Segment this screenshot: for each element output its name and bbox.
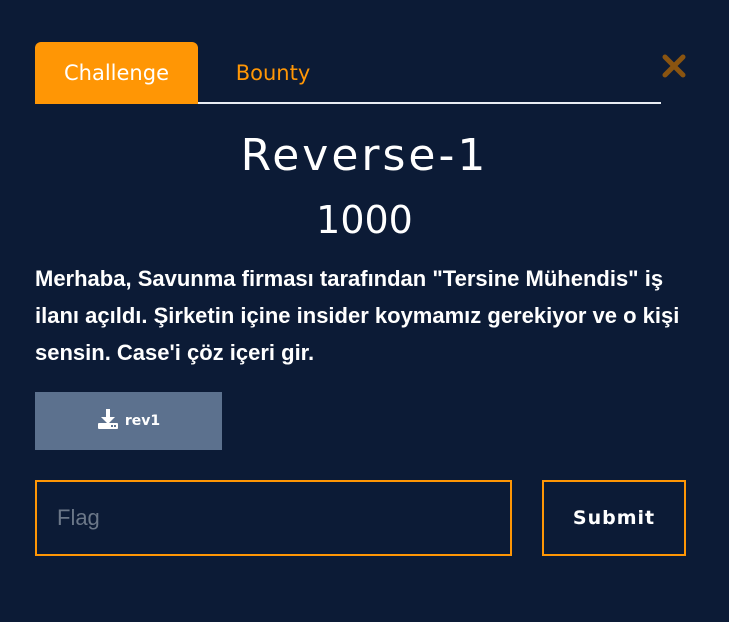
tab-bounty[interactable]: Bounty: [208, 42, 338, 104]
challenge-title: Reverse-1: [240, 130, 489, 181]
challenge-description: Merhaba, Savunma firması tarafından "Ter…: [35, 266, 680, 365]
download-icon: [97, 408, 119, 434]
download-file-label: rev1: [124, 413, 161, 429]
download-file-button[interactable]: rev1: [35, 392, 222, 450]
tab-challenge[interactable]: Challenge: [35, 42, 198, 104]
challenge-points: 1000: [316, 198, 413, 242]
tab-bar: Challenge Bounty: [35, 42, 661, 104]
challenge-modal: Challenge Bounty Reverse-1 1000 Merhaba,…: [0, 0, 729, 622]
close-icon[interactable]: [660, 52, 688, 80]
submit-button[interactable]: Submit: [542, 480, 686, 556]
flag-input[interactable]: [35, 480, 512, 556]
